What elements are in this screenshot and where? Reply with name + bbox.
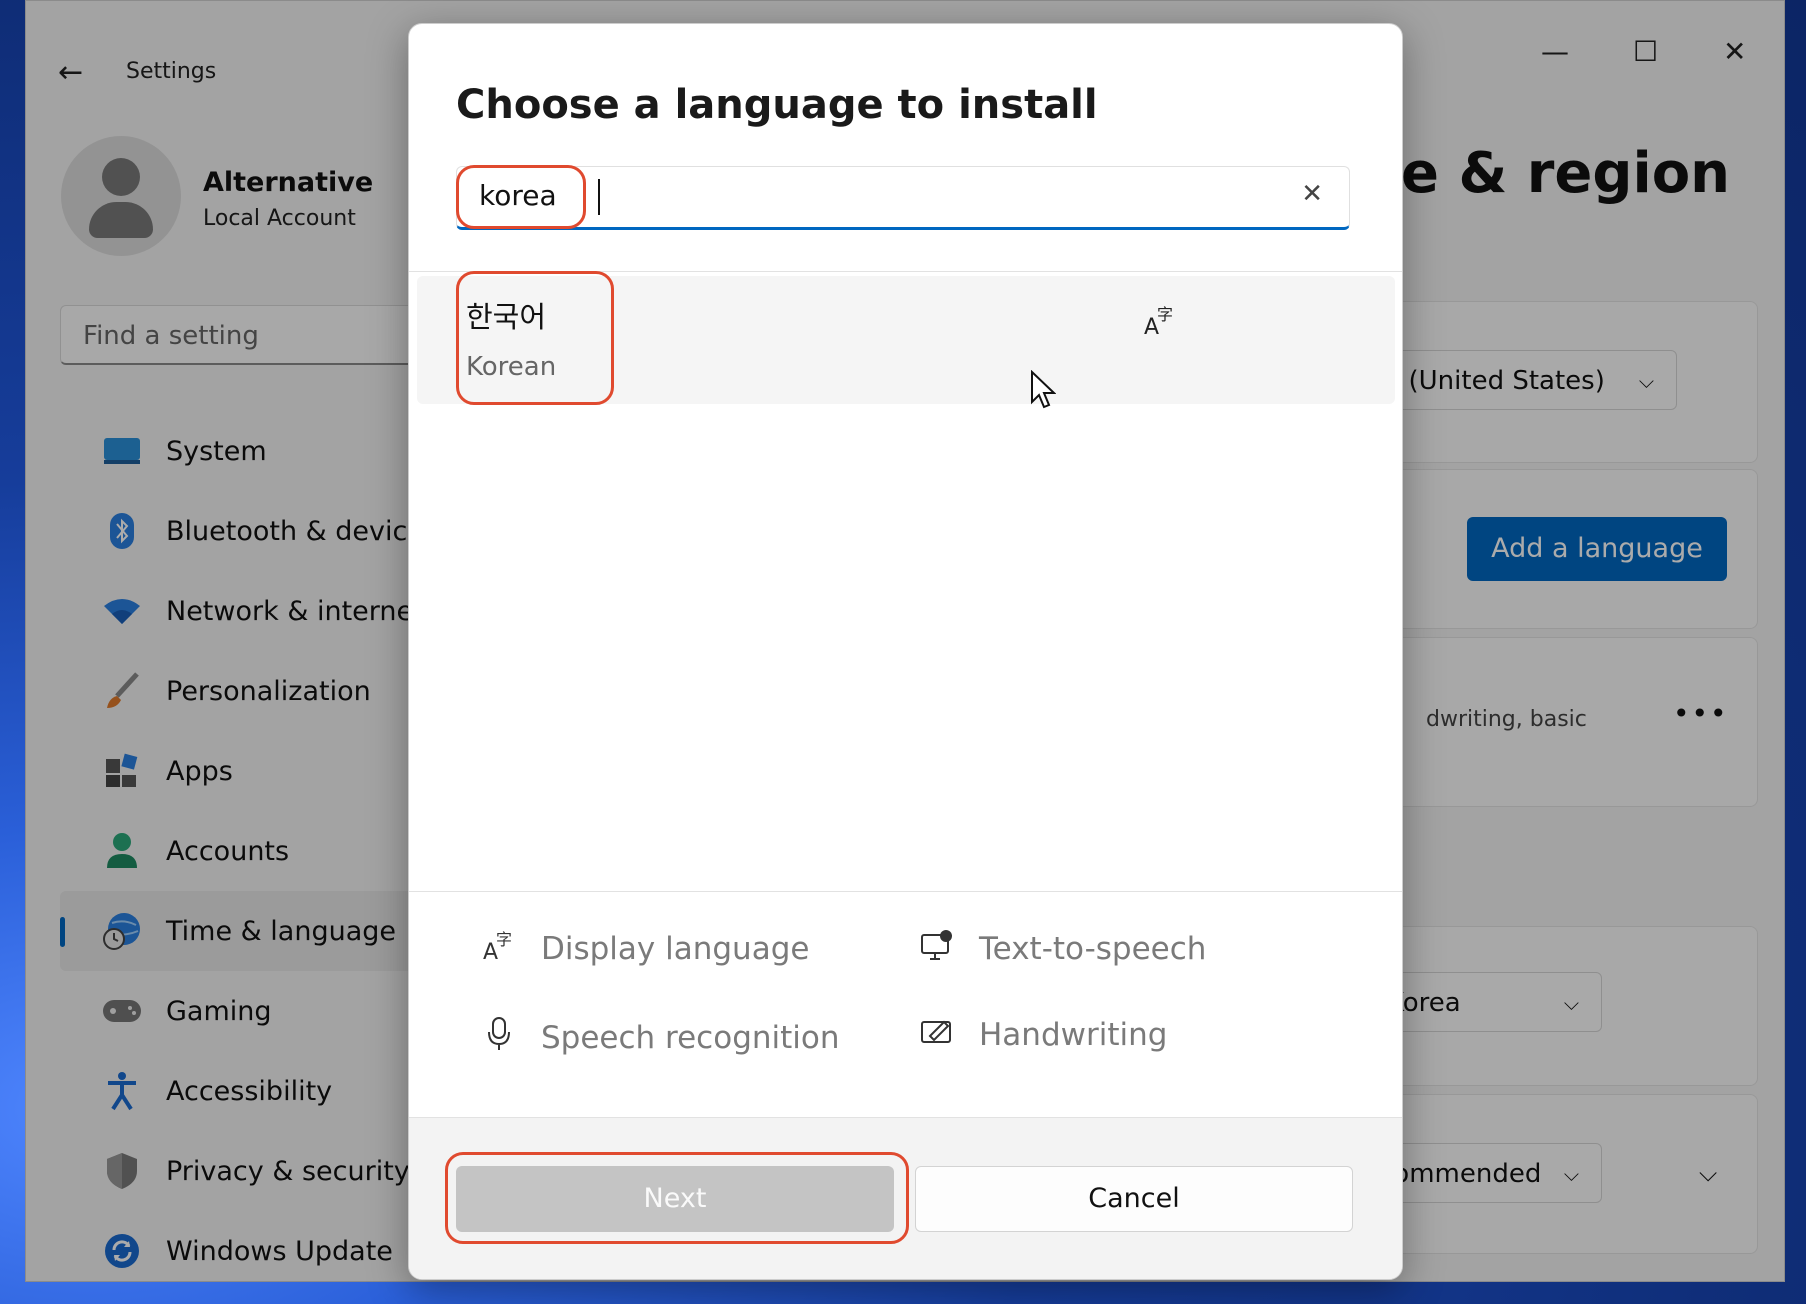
feature-label: Display language	[541, 931, 810, 967]
svg-text:字: 字	[1157, 305, 1173, 324]
microphone-icon	[479, 1016, 519, 1060]
language-result-korean[interactable]	[417, 276, 1395, 404]
choose-language-dialog: Choose a language to install korea ✕ 한국어…	[408, 23, 1403, 1280]
clear-search-icon[interactable]: ✕	[1301, 179, 1323, 209]
feature-display-language: A字 Display language	[479, 929, 809, 969]
feature-speech-recognition: Speech recognition	[479, 1016, 840, 1060]
cancel-button[interactable]: Cancel	[915, 1166, 1353, 1232]
feature-handwriting: Handwriting	[917, 1016, 1167, 1054]
feature-label: Speech recognition	[541, 1020, 840, 1056]
divider	[409, 891, 1402, 892]
language-english-name: Korean	[466, 352, 557, 382]
svg-text:字: 字	[496, 930, 512, 949]
feature-label: Text-to-speech	[979, 931, 1207, 967]
search-value: korea	[479, 179, 557, 212]
text-caret	[598, 179, 600, 215]
display-language-icon: A字	[479, 929, 519, 969]
feature-text-to-speech: Text-to-speech	[917, 929, 1206, 969]
handwriting-icon	[917, 1016, 957, 1054]
divider	[409, 271, 1402, 272]
feature-label: Handwriting	[979, 1017, 1168, 1053]
text-to-speech-icon	[917, 929, 957, 969]
display-language-icon: A字	[1144, 304, 1176, 344]
next-button[interactable]: Next	[456, 1166, 894, 1232]
mouse-pointer-icon	[1031, 370, 1056, 409]
dialog-title: Choose a language to install	[456, 82, 1098, 128]
language-search-input[interactable]: korea ✕	[456, 166, 1350, 230]
language-native-name: 한국어	[466, 300, 547, 334]
